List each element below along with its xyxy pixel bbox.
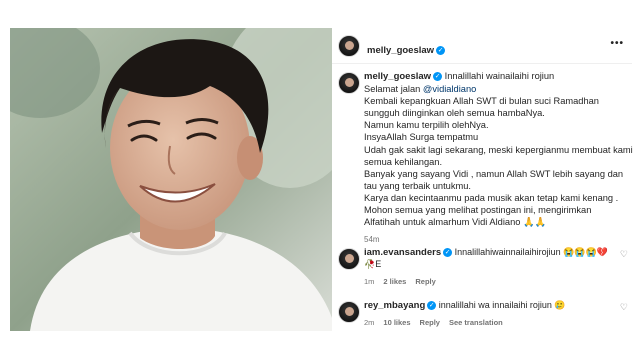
portrait-illustration bbox=[10, 28, 332, 331]
comment-meta: 1m 2 likes Reply bbox=[364, 277, 445, 286]
more-options-icon[interactable]: ••• bbox=[610, 38, 624, 49]
comment-username[interactable]: rey_mbayang bbox=[364, 300, 425, 311]
comment-text: innalillahi wa innailaihi rojiun 🥲 bbox=[438, 300, 566, 310]
caption-line: Alfatihah untuk almarhum Vidi Aldiano 🙏🙏 bbox=[364, 217, 547, 228]
post-header: melly_goeslaw ✓ ••• bbox=[332, 28, 632, 64]
caption-line: Kembali kepangkuan Allah SWT di bulan su… bbox=[364, 96, 599, 107]
caption-text: melly_goeslaw ✓ Innalillahi wainailaihi r… bbox=[364, 70, 633, 246]
author-avatar[interactable] bbox=[338, 35, 360, 57]
caption-username[interactable]: melly_goeslaw bbox=[364, 71, 431, 82]
caption-line: sungguh diinginkan oleh semua hambaNya. bbox=[364, 108, 545, 119]
comment-text-continued: 🥀E bbox=[364, 258, 382, 269]
caption-line: InsyaAllah Surga tempatmu bbox=[364, 132, 479, 143]
comment-time: 2m bbox=[364, 318, 375, 327]
caption-line: Karya dan kecintaanmu pada musik akan te… bbox=[364, 192, 619, 203]
caption-author-avatar[interactable] bbox=[338, 72, 360, 94]
header-username[interactable]: melly_goeslaw bbox=[367, 45, 434, 56]
verified-badge-icon: ✓ bbox=[427, 301, 437, 310]
reply-button[interactable]: Reply bbox=[415, 277, 435, 286]
verified-badge-icon: ✓ bbox=[436, 46, 446, 55]
verified-badge-icon: ✓ bbox=[433, 72, 443, 81]
caption-line: Banyak yang sayang Vidi , namun Allah SW… bbox=[364, 168, 624, 179]
caption-line: semua kehilangan. bbox=[364, 156, 443, 167]
verified-badge-icon: ✓ bbox=[443, 248, 453, 257]
caption-line: Namun kamu terpilih olehNya. bbox=[364, 120, 489, 131]
caption-timestamp: 54m bbox=[364, 235, 380, 245]
reply-button[interactable]: Reply bbox=[420, 318, 440, 327]
see-translation-button[interactable]: See translation bbox=[449, 318, 503, 327]
comment-username[interactable]: iam.evansanders bbox=[364, 247, 441, 258]
caption-mention-prefix: Selamat jalan bbox=[364, 84, 423, 95]
comment-likes[interactable]: 2 likes bbox=[383, 277, 406, 286]
post-photo bbox=[10, 28, 332, 331]
commenter-avatar[interactable] bbox=[338, 301, 360, 323]
caption-line: Udah gak sakit lagi sekarang, meski kepe… bbox=[364, 144, 633, 155]
post-detail-panel: melly_goeslaw ✓ ••• melly_goeslaw ✓ Innali… bbox=[332, 28, 633, 331]
heart-outline-icon[interactable]: ♡ bbox=[620, 302, 628, 313]
comment-text: Innalillahiwainnailaihirojiun 😭😭😭💔 bbox=[454, 247, 609, 257]
caption-line: Mohon semua yang melihat postingan ini, … bbox=[364, 205, 592, 216]
commenter-avatar[interactable] bbox=[338, 248, 360, 270]
comment-likes[interactable]: 10 likes bbox=[383, 318, 410, 327]
comment-body: iam.evansanders ✓ Innalillahiwainnailaihi… bbox=[364, 247, 622, 270]
comment-body: rey_mbayang ✓ innalillahi wa innailaihi r… bbox=[364, 300, 622, 312]
comment-meta: 2m 10 likes Reply See translation bbox=[364, 318, 512, 327]
heart-outline-icon[interactable]: ♡ bbox=[620, 249, 628, 260]
header-author: melly_goeslaw ✓ bbox=[367, 40, 446, 58]
caption-line: tau yang terbaik untukmu. bbox=[364, 180, 471, 191]
mention-link[interactable]: @vidialdiano bbox=[423, 84, 476, 94]
caption-first-line: Innalillahi wainailaihi rojiun bbox=[444, 71, 555, 81]
comment-time: 1m bbox=[364, 277, 375, 286]
